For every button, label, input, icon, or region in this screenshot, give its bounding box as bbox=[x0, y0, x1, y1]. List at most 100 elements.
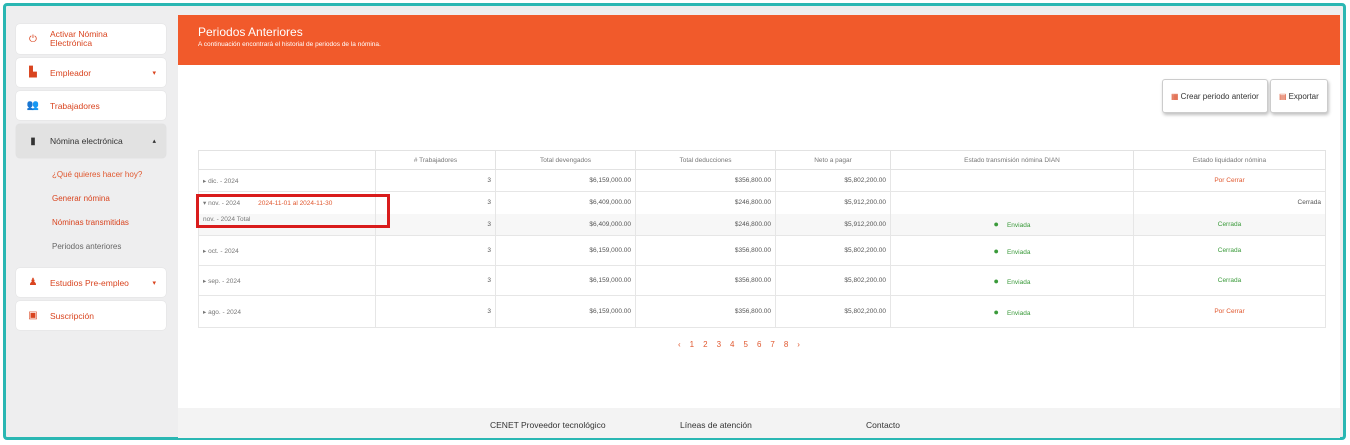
sidebar-item-label: Empleador bbox=[50, 67, 92, 78]
col-header-deducciones: Total deducciones bbox=[635, 150, 776, 170]
pagination: ‹ 1 2 3 4 5 6 7 8 › bbox=[678, 340, 800, 349]
col-header-dian: Estado transmisión nómina DIAN bbox=[890, 150, 1134, 170]
users-icon: 👥 bbox=[26, 100, 40, 111]
liquidador-status-cell: Cerrada bbox=[1133, 213, 1326, 236]
create-period-button[interactable]: ▦ Crear periodo anterior bbox=[1162, 79, 1268, 113]
col-header-devengados: Total devengados bbox=[495, 150, 636, 170]
col-header-period bbox=[198, 150, 376, 170]
liquidador-status-cell: Por Cerrar bbox=[1133, 169, 1326, 192]
dian-status: Enviada bbox=[1006, 222, 1031, 230]
table-header: # Trabajadores Total devengados Total de… bbox=[198, 150, 1326, 170]
deducciones-cell: $356,800.00 bbox=[635, 235, 776, 266]
sidebar-item-label: Suscripción bbox=[50, 310, 94, 321]
pagination-next[interactable]: › bbox=[797, 340, 800, 349]
devengados-cell: $6,159,000.00 bbox=[495, 169, 636, 192]
neto-cell: $5,802,200.00 bbox=[775, 295, 891, 328]
col-header-liquidador: Estado liquidador nómina bbox=[1133, 150, 1326, 170]
table-row[interactable]: ▸ dic. - 2024 3 $6,159,000.00 $356,800.0… bbox=[198, 169, 1326, 192]
workers-cell: 3 bbox=[375, 191, 496, 214]
sidebar-item-empleador[interactable]: ▙ Empleador ▾ bbox=[16, 58, 166, 87]
period-label: dic. - 2024 bbox=[208, 177, 239, 185]
submenu-item-que-hacer[interactable]: ¿Qué quieres hacer hoy? bbox=[52, 168, 166, 192]
devengados-cell: $6,159,000.00 bbox=[495, 235, 636, 266]
workers-cell: 3 bbox=[375, 213, 496, 236]
periods-table: # Trabajadores Total devengados Total de… bbox=[198, 150, 1326, 328]
neto-cell: $5,912,200.00 bbox=[775, 191, 891, 214]
dian-status: Enviada bbox=[1006, 309, 1031, 317]
submenu-item-generar-nomina[interactable]: Generar nómina bbox=[52, 192, 166, 216]
pagination-prev[interactable]: ‹ bbox=[678, 340, 681, 349]
footer: CENET Proveedor tecnológico Líneas de at… bbox=[178, 408, 1340, 438]
pagination-page[interactable]: 6 bbox=[757, 340, 761, 349]
calendar-icon: ▦ bbox=[1171, 91, 1179, 101]
page-banner: Periodos Anteriores A continuación encon… bbox=[178, 15, 1340, 65]
sidebar-item-estudios-pre-empleo[interactable]: ♟ Estudios Pre-empleo ▾ bbox=[16, 268, 166, 297]
pagination-page[interactable]: 1 bbox=[690, 340, 694, 349]
period-label: ago. - 2024 bbox=[208, 308, 241, 316]
chevron-up-icon: ▴ bbox=[152, 138, 156, 145]
pagination-page[interactable]: 2 bbox=[703, 340, 707, 349]
workers-cell: 3 bbox=[375, 265, 496, 296]
status-dot-icon: ● bbox=[993, 245, 999, 256]
neto-cell: $5,802,200.00 bbox=[775, 235, 891, 266]
sidebar-item-activar-nomina[interactable]: ⏻ Activar Nómina Electrónica bbox=[16, 24, 166, 54]
status-dot-icon: ● bbox=[993, 275, 999, 286]
deducciones-cell: $356,800.00 bbox=[635, 265, 776, 296]
chevron-down-icon: ▾ bbox=[152, 69, 156, 77]
neto-cell: $5,912,200.00 bbox=[775, 213, 891, 236]
sidebar-item-label: Nómina electrónica bbox=[50, 136, 123, 146]
footer-provider: CENET Proveedor tecnológico bbox=[490, 420, 606, 430]
table-row[interactable]: ▸ ago. - 2024 3 $6,159,000.00 $356,800.0… bbox=[198, 295, 1326, 328]
dian-status-cell bbox=[890, 191, 1134, 214]
chevron-down-icon: ▾ bbox=[152, 279, 156, 287]
highlight-box bbox=[196, 194, 390, 228]
pagination-page[interactable]: 7 bbox=[770, 340, 774, 349]
document-icon: ▮ bbox=[30, 135, 36, 147]
sidebar-item-trabajadores[interactable]: 👥 Trabajadores bbox=[16, 91, 166, 120]
pagination-page[interactable]: 8 bbox=[784, 340, 788, 349]
dian-status-cell bbox=[890, 169, 1134, 192]
sidebar-item-label: Trabajadores bbox=[50, 100, 100, 111]
export-label: Exportar bbox=[1288, 91, 1319, 101]
table-row[interactable]: ▸ oct. - 2024 3 $6,159,000.00 $356,800.0… bbox=[198, 235, 1326, 266]
page-subtitle: A continuación encontrará el historial d… bbox=[198, 41, 381, 48]
deducciones-cell: $246,800.00 bbox=[635, 213, 776, 236]
workers-cell: 3 bbox=[375, 295, 496, 328]
card-icon: ▣ bbox=[28, 310, 38, 321]
liquidador-status-cell: Por Cerrar bbox=[1133, 295, 1326, 328]
devengados-cell: $6,159,000.00 bbox=[495, 265, 636, 296]
person-icon: ♟ bbox=[28, 277, 38, 288]
sidebar: ⏻ Activar Nómina Electrónica ▙ Empleador… bbox=[16, 24, 166, 334]
pagination-page[interactable]: 4 bbox=[730, 340, 734, 349]
export-icon: ▤ bbox=[1279, 91, 1287, 101]
power-icon: ⏻ bbox=[29, 33, 37, 45]
submenu-item-periodos-anteriores[interactable]: Periodos anteriores bbox=[52, 240, 166, 264]
status-dot-icon: ● bbox=[993, 219, 999, 230]
footer-contact[interactable]: Contacto bbox=[866, 420, 900, 430]
workers-cell: 3 bbox=[375, 169, 496, 192]
table-row[interactable]: ▸ sep. - 2024 3 $6,159,000.00 $356,800.0… bbox=[198, 265, 1326, 296]
devengados-cell: $6,409,000.00 bbox=[495, 191, 636, 214]
deducciones-cell: $356,800.00 bbox=[635, 169, 776, 192]
export-button[interactable]: ▤ Exportar bbox=[1270, 79, 1328, 113]
devengados-cell: $6,409,000.00 bbox=[495, 213, 636, 236]
page-title: Periodos Anteriores bbox=[198, 25, 303, 39]
liquidador-status-cell: Cerrada bbox=[1133, 191, 1326, 214]
liquidador-status-cell: Cerrada bbox=[1133, 235, 1326, 266]
submenu-item-nominas-transmitidas[interactable]: Nóminas transmitidas bbox=[52, 216, 166, 240]
pagination-page[interactable]: 5 bbox=[743, 340, 747, 349]
sidebar-item-nomina-electronica[interactable]: ▮ Nómina electrónica ▴ bbox=[16, 124, 166, 158]
workers-cell: 3 bbox=[375, 235, 496, 266]
sidebar-item-suscripcion[interactable]: ▣ Suscripción bbox=[16, 301, 166, 330]
pagination-page[interactable]: 3 bbox=[717, 340, 721, 349]
footer-hours[interactable]: Líneas de atención bbox=[680, 420, 752, 430]
neto-cell: $5,802,200.00 bbox=[775, 265, 891, 296]
period-label: oct. - 2024 bbox=[208, 247, 239, 255]
building-icon: ▙ bbox=[29, 67, 37, 78]
deducciones-cell: $246,800.00 bbox=[635, 191, 776, 214]
sidebar-item-label: Activar Nómina Electrónica bbox=[50, 29, 108, 48]
status-dot-icon: ● bbox=[993, 306, 999, 317]
neto-cell: $5,802,200.00 bbox=[775, 169, 891, 192]
liquidador-status-cell: Cerrada bbox=[1133, 265, 1326, 296]
create-period-label: Crear periodo anterior bbox=[1180, 91, 1259, 101]
